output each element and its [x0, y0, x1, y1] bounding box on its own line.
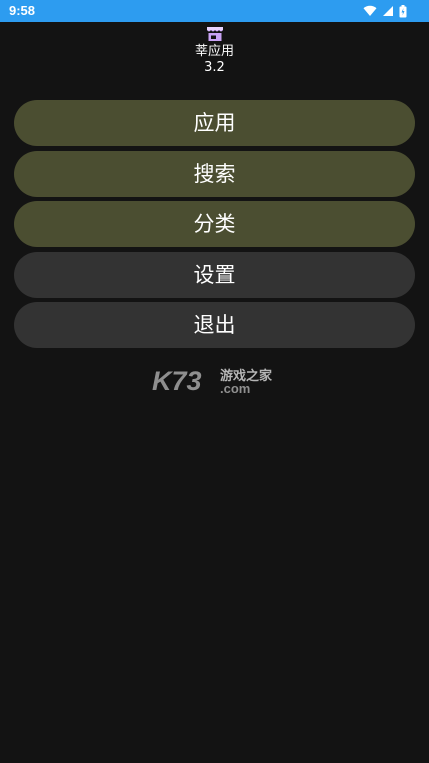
settings-button[interactable]: 设置 — [14, 251, 415, 298]
status-icons — [363, 4, 407, 18]
app-version: 3.2 — [204, 60, 225, 75]
status-time: 9:58 — [9, 3, 36, 18]
app-name: 莘应用 — [194, 44, 234, 59]
main-menu: 应用 搜索 分类 设置 退出 — [14, 100, 415, 353]
battery-icon — [399, 4, 407, 18]
app-header: 莘应用 3.2 — [0, 26, 429, 75]
store-icon — [206, 26, 224, 42]
k73-watermark-logo: K73 游戏之家 .com — [152, 365, 280, 397]
apps-button[interactable]: 应用 — [14, 100, 415, 146]
watermark-domain: .com — [220, 381, 250, 396]
wifi-icon — [363, 5, 377, 17]
watermark-brand: K73 — [152, 366, 202, 396]
cellular-signal-icon — [382, 5, 394, 17]
search-button[interactable]: 搜索 — [14, 150, 415, 197]
exit-button[interactable]: 退出 — [14, 302, 415, 348]
categories-button[interactable]: 分类 — [14, 201, 415, 247]
status-bar: 9:58 — [0, 0, 429, 22]
